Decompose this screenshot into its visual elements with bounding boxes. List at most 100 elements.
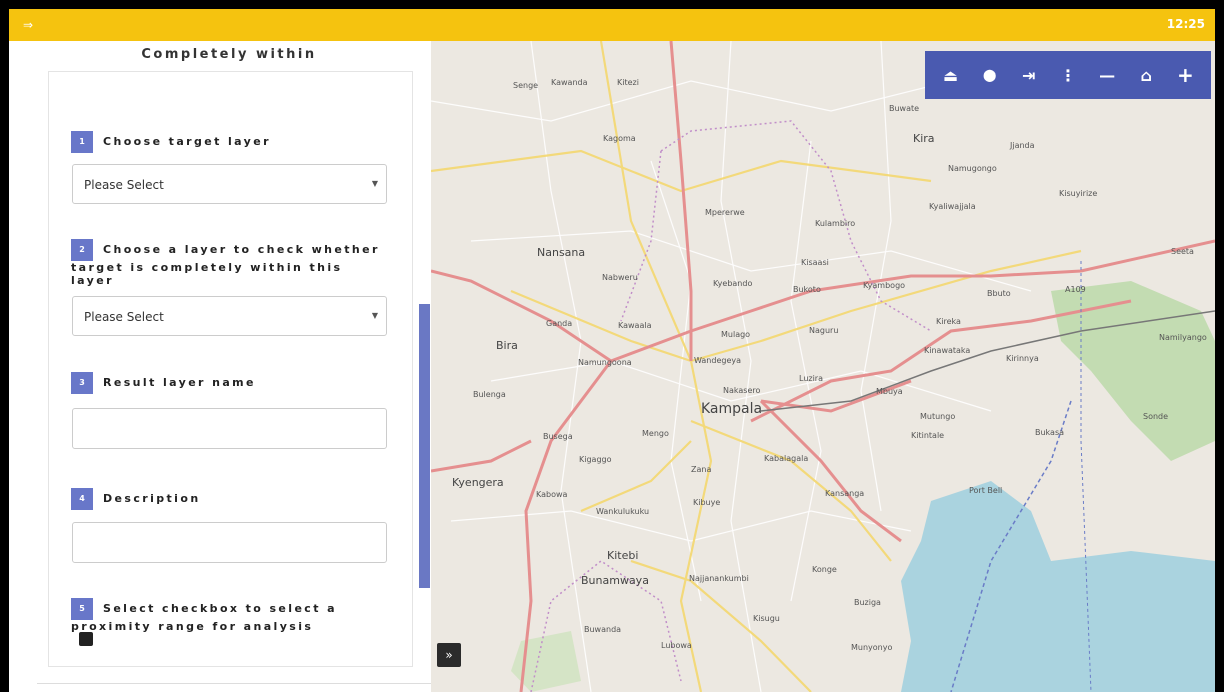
- map-label: Kirinnya: [1006, 354, 1039, 363]
- top-bar: ⇒ 12:25: [9, 9, 1215, 41]
- map-label: Bbuto: [987, 289, 1011, 298]
- map-label: Buziga: [854, 598, 881, 607]
- step-label: Choose a layer to check whether target i…: [71, 243, 380, 287]
- map-label: Busega: [543, 432, 573, 441]
- map-label: Kyebando: [713, 279, 753, 288]
- map-label: Najjanankumbi: [689, 574, 749, 583]
- map-label: Kitintale: [911, 431, 945, 440]
- map-label: Bukoto: [793, 285, 821, 294]
- map-label: Kawanda: [551, 78, 588, 87]
- map-label: Namilyango: [1159, 333, 1207, 342]
- map-base: [431, 41, 1215, 692]
- map-label: Lubowa: [661, 641, 692, 650]
- zoom-in-icon[interactable]: +: [1173, 63, 1197, 87]
- step-number: 5: [71, 598, 93, 620]
- map-label: Wankulukuku: [596, 507, 650, 516]
- map-label: Buwanda: [584, 625, 622, 634]
- map-label: Buwate: [889, 104, 920, 113]
- map-label: Kyambogo: [863, 281, 906, 290]
- zoom-out-icon[interactable]: —: [1095, 66, 1119, 85]
- step-description: 4 Description: [71, 488, 391, 510]
- step-label: Result layer name: [103, 376, 256, 389]
- map-label: A109: [1065, 285, 1086, 294]
- step-number: 2: [71, 239, 93, 261]
- map-label: Konge: [812, 565, 837, 574]
- map-label: Kira: [913, 132, 935, 145]
- map-label: Mulago: [721, 330, 751, 339]
- step-within-layer: 2 Choose a layer to check whether target …: [71, 239, 391, 287]
- map-toolbar: ⏏ ⬤ ⇥ ⋮ — ⌂ +: [925, 51, 1211, 99]
- upload-icon[interactable]: ⏏: [939, 66, 963, 85]
- caret-down-icon: ▼: [371, 179, 378, 188]
- double-chevron-right-icon: »: [445, 648, 453, 662]
- expand-panel-button[interactable]: »: [437, 643, 461, 667]
- caret-down-icon: ▼: [371, 311, 378, 320]
- sidebar-toggle-icon[interactable]: ⇒: [23, 18, 37, 32]
- map-label: Kagoma: [603, 134, 636, 143]
- map-label: Kawaala: [618, 321, 652, 330]
- map-label: Mbuya: [876, 387, 903, 396]
- map-label: Port Bell: [969, 486, 1003, 495]
- map-label: Kinawataka: [924, 346, 971, 355]
- map-label: Naguru: [809, 326, 839, 335]
- step-label: Select checkbox to select a proximity ra…: [71, 602, 337, 633]
- step-label: Description: [103, 492, 201, 505]
- panel-scrollbar[interactable]: [419, 304, 430, 588]
- map-label: Kisaasi: [801, 258, 829, 267]
- map-label: Kireka: [936, 317, 961, 326]
- map-label: Namungoona: [578, 358, 632, 367]
- map-view[interactable]: Kampala Nansana Kira Kyengera Bunamwaya …: [431, 41, 1215, 692]
- map-label: Kabalagala: [764, 454, 809, 463]
- within-layer-select[interactable]: Please Select ▼: [72, 296, 387, 336]
- map-label: Nansana: [537, 246, 586, 259]
- map-label: Kitebi: [607, 549, 639, 562]
- map-label: Seeta: [1171, 247, 1194, 256]
- map-label: Mutungo: [920, 412, 956, 421]
- map-label: Bulenga: [473, 390, 506, 399]
- proximity-checkbox[interactable]: [79, 632, 93, 646]
- map-label: Kisugu: [753, 614, 780, 623]
- map-label: Jjanda: [1010, 141, 1035, 150]
- step-label: Choose target layer: [103, 135, 271, 148]
- map-label: Kansanga: [825, 489, 865, 498]
- description-input[interactable]: [72, 522, 387, 563]
- panel-title: Completely within: [141, 47, 317, 62]
- more-vertical-icon[interactable]: ⋮: [1056, 66, 1080, 85]
- step-result-name: 3 Result layer name: [71, 372, 391, 394]
- map-label: Kitezi: [617, 78, 639, 87]
- analysis-panel: Completely within 1 Choose target layer P…: [9, 41, 431, 692]
- map-label: Mengo: [642, 429, 669, 438]
- map-label: Kulambiro: [815, 219, 856, 228]
- map-label: Kibuye: [693, 498, 721, 507]
- target-layer-select[interactable]: Please Select ▼: [72, 164, 387, 204]
- completely-within-form: 1 Choose target layer Please Select ▼ 2 Ch…: [48, 71, 413, 667]
- map-label: Wandegeya: [694, 356, 742, 365]
- map-label: Luzira: [799, 374, 823, 383]
- divider: [37, 683, 431, 684]
- map-label: Kigaggo: [579, 455, 612, 464]
- app-window: ⇒ 12:25 Completely within 1 Choose target…: [9, 9, 1215, 692]
- step-number: 1: [71, 131, 93, 153]
- map-label: Kisuyirize: [1059, 189, 1098, 198]
- step-number: 4: [71, 488, 93, 510]
- map-label: Kyaliwajjala: [929, 202, 976, 211]
- location-pin-icon[interactable]: ⬤: [978, 68, 1002, 82]
- map-label: Munyonyo: [851, 643, 893, 652]
- map-label: Bunamwaya: [581, 574, 649, 587]
- select-value: Please Select: [84, 310, 164, 324]
- logout-icon[interactable]: ⇥: [1017, 66, 1041, 85]
- map-label: Mpererwe: [705, 208, 745, 217]
- map-label: Kampala: [701, 401, 763, 417]
- map-label: Nabweru: [602, 273, 638, 282]
- map-label: Nakasero: [723, 386, 761, 395]
- map-label: Zana: [691, 465, 712, 474]
- map-label: Bukasa: [1035, 428, 1065, 437]
- map-label: Sonde: [1143, 412, 1169, 421]
- map-label: Kabowa: [536, 490, 568, 499]
- home-icon[interactable]: ⌂: [1134, 66, 1158, 85]
- result-layer-name-input[interactable]: [72, 408, 387, 449]
- select-value: Please Select: [84, 178, 164, 192]
- map-label: Kyengera: [452, 476, 504, 489]
- map-label: Bira: [496, 339, 518, 352]
- clock: 12:25: [1166, 17, 1205, 31]
